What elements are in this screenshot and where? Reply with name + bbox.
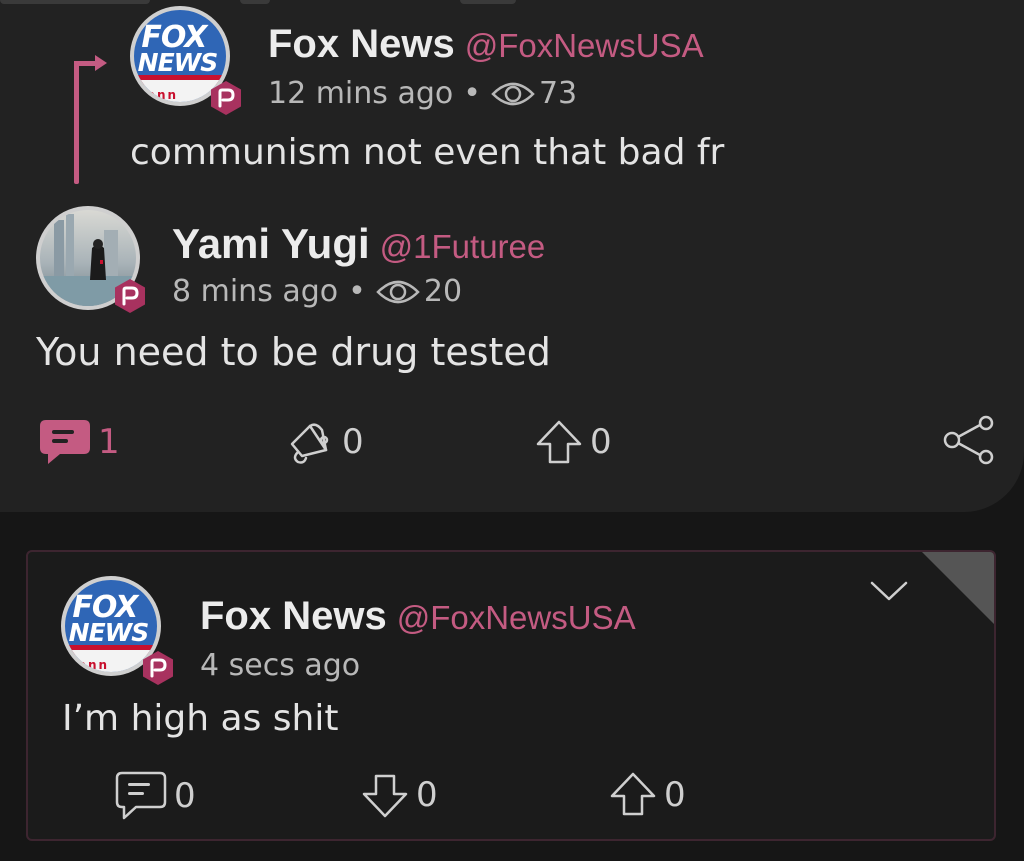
share-button[interactable]: [942, 414, 1002, 466]
parler-badge-icon: [112, 278, 148, 314]
comment-icon: [115, 771, 167, 820]
main-author-name[interactable]: Yami Yugi: [172, 220, 370, 267]
parent-post-timestamp: 12 mins ago: [268, 76, 454, 111]
comment-count: 1: [98, 422, 120, 462]
arrow-up-icon: [536, 420, 582, 464]
reply-author-name-row[interactable]: Fox News @FoxNewsUSA: [200, 594, 636, 639]
reply-upvote-button[interactable]: 0: [608, 770, 686, 820]
echo-button[interactable]: 0: [286, 418, 364, 466]
share-icon: [943, 415, 994, 465]
chevron-down-icon: [870, 581, 908, 601]
parent-post-meta: 12 mins ago • 73: [268, 76, 577, 111]
reply-comment-button[interactable]: 0: [114, 770, 196, 822]
post-menu-button[interactable]: [870, 580, 908, 606]
upvote-count: 0: [590, 422, 612, 462]
arrow-down-icon: [362, 774, 408, 818]
parent-post-text: communism not even that bad fr: [130, 132, 725, 173]
reply-post-timestamp: 4 secs ago: [200, 648, 361, 683]
parler-badge-icon: [140, 650, 176, 686]
main-post-timestamp: 8 mins ago: [172, 274, 339, 309]
thread-connector-arrow-icon: [95, 55, 107, 71]
echo-count: 0: [342, 422, 364, 462]
comment-button[interactable]: 1: [38, 418, 120, 466]
new-post-corner-marker: [922, 552, 994, 624]
parent-author-name-row[interactable]: Fox News @FoxNewsUSA: [268, 22, 704, 67]
comment-icon: [40, 420, 90, 464]
downvote-count: 0: [416, 775, 438, 815]
previous-content-edge: [0, 0, 520, 8]
feed-page: FOX NEWS ann Fox News @FoxNewsUSA 12 mins…: [0, 0, 1024, 861]
eye-icon: [376, 280, 420, 303]
main-post-text: You need to be drug tested: [36, 330, 551, 374]
reply-comment-count: 0: [174, 776, 196, 816]
parent-post-views: 73: [538, 76, 578, 111]
main-post-meta: 8 mins ago • 20: [172, 274, 462, 309]
main-post-views: 20: [423, 274, 463, 309]
parent-author-name[interactable]: Fox News: [268, 22, 455, 66]
thread-card[interactable]: FOX NEWS ann Fox News @FoxNewsUSA 12 mins…: [0, 0, 1024, 512]
main-author-name-row[interactable]: Yami Yugi @1Futuree: [172, 220, 545, 268]
eye-icon: [491, 82, 535, 105]
reply-upvote-count: 0: [664, 775, 686, 815]
arrow-up-icon: [610, 772, 656, 816]
fox-logo-line2: NEWS: [137, 48, 219, 78]
megaphone-icon: [290, 423, 329, 464]
reply-post-meta: 4 secs ago: [200, 648, 360, 683]
reply-post-text: I’m high as shit: [62, 698, 339, 739]
meta-separator: •: [348, 274, 366, 309]
parler-badge-icon: [208, 80, 244, 116]
downvote-button[interactable]: 0: [360, 770, 438, 820]
fox-logo-line2: NEWS: [68, 618, 150, 648]
reply-author-name[interactable]: Fox News: [200, 594, 387, 638]
parent-author-handle[interactable]: @FoxNewsUSA: [465, 27, 704, 64]
meta-separator: •: [463, 76, 481, 111]
reply-author-handle[interactable]: @FoxNewsUSA: [397, 599, 636, 636]
thread-connector-line: [74, 64, 79, 184]
reply-card[interactable]: FOX NEWS ann Fox News @FoxNewsUSA 4 secs …: [26, 550, 996, 841]
upvote-button[interactable]: 0: [534, 418, 612, 466]
main-author-handle[interactable]: @1Futuree: [380, 228, 546, 265]
